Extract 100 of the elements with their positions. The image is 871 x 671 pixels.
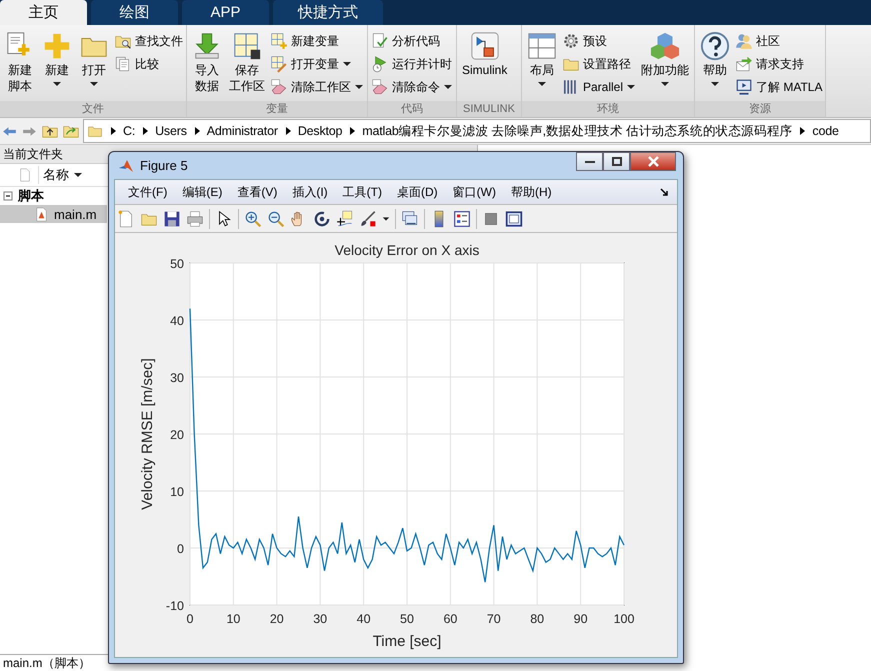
window-frame-icon[interactable] [505, 210, 523, 228]
group-label: 变量 [187, 101, 367, 117]
zoom-out-icon[interactable] [267, 210, 285, 228]
tick-label: 50 [400, 612, 414, 626]
file-row[interactable]: main.m [0, 205, 107, 223]
legend-icon[interactable] [453, 210, 471, 228]
tick-label: -10 [166, 599, 184, 613]
ribbon-tab[interactable]: APP [182, 0, 269, 25]
ribbon-button[interactable]: 导入 数据 [189, 29, 225, 101]
x-axis-label: Time [sec] [372, 633, 442, 650]
cubes-icon [650, 31, 680, 61]
rotate-icon[interactable] [313, 210, 331, 228]
ribbon-button[interactable]: 新建 [39, 29, 75, 101]
ribbon-button[interactable]: 预设 [560, 31, 637, 51]
ribbon-button[interactable]: 新建 脚本 [2, 29, 38, 101]
grid-disk-icon [232, 31, 262, 61]
ribbon-button[interactable]: 社区 [734, 31, 824, 51]
close-icon [648, 156, 658, 167]
menu-item[interactable]: 窗口(W) [446, 184, 503, 200]
gear-icon [562, 32, 580, 50]
ribbon-button[interactable]: Parallel [560, 77, 637, 97]
minimize-button[interactable] [576, 152, 603, 171]
group-label: 代码 [368, 101, 456, 117]
ribbon-button[interactable]: 保存 工作区 [226, 29, 268, 101]
ribbon-button[interactable]: 清除命令 [370, 77, 454, 97]
tick-label: 20 [270, 612, 284, 626]
tree-group[interactable]: 脚本 [18, 187, 44, 205]
ribbon-button[interactable]: 了解 MATLA [734, 77, 824, 97]
ribbon-tab[interactable]: 绘图 [91, 0, 178, 25]
tick-label: 50 [170, 257, 184, 271]
ribbon-button[interactable]: 打开 [76, 29, 112, 101]
monitor-icon [735, 78, 753, 96]
plus-icon [42, 31, 72, 61]
tick-label: 60 [443, 612, 458, 626]
matlab-logo-icon [118, 158, 134, 174]
envelope-arrow-icon [735, 55, 753, 73]
grid-plus-icon [270, 32, 288, 50]
ribbon-button[interactable]: 清除工作区 [269, 77, 365, 97]
group-label: 资源 [695, 101, 826, 117]
eraser-icon [270, 78, 288, 96]
tick-label: 0 [186, 612, 194, 626]
tick-label: 80 [530, 612, 544, 626]
documents-icon [114, 55, 132, 73]
path-arrow-icon [348, 126, 356, 136]
menu-item[interactable]: 插入(I) [285, 184, 335, 200]
y-axis-label: Velocity RMSE [m/sec] [139, 358, 156, 510]
layout-grid-icon [526, 31, 557, 61]
printer-icon[interactable] [186, 210, 204, 228]
chart-title: Velocity Error on X axis [334, 242, 480, 258]
tick-label: 70 [486, 612, 501, 626]
tick-label: 30 [313, 612, 328, 626]
menu-item[interactable]: 查看(V) [230, 184, 284, 200]
menu-item[interactable]: 帮助(H) [504, 184, 559, 200]
close-button[interactable] [630, 152, 676, 171]
document-icon [18, 167, 32, 183]
ribbon-button[interactable]: 比较 [113, 54, 184, 74]
tick-label: 20 [170, 428, 184, 442]
eraser-icon [371, 78, 389, 96]
resize-corner-icon[interactable] [659, 187, 669, 197]
ribbon-button[interactable]: 附加功能 [638, 29, 692, 101]
play-clock-icon [371, 55, 389, 73]
column-header[interactable]: 名称 [38, 166, 87, 184]
tree-minus-icon[interactable] [3, 191, 13, 201]
ribbon-button[interactable]: Simulink [459, 29, 510, 101]
document-check-icon [371, 32, 389, 50]
menu-item[interactable]: 文件(F) [121, 184, 174, 200]
script-file-icon [34, 206, 49, 222]
tick-label: 30 [170, 371, 184, 385]
zoom-in-icon[interactable] [244, 210, 262, 228]
ribbon-button[interactable]: 设置路径 [560, 54, 637, 74]
maximize-button[interactable] [603, 152, 630, 171]
dropdown-caret-icon [73, 170, 83, 180]
path-arrow-icon [192, 126, 201, 136]
ribbon-button[interactable]: 分析代码 [370, 31, 454, 51]
minimize-icon [584, 160, 594, 162]
brush-icon[interactable] [359, 210, 377, 228]
ribbon-tab[interactable]: 主页 [0, 0, 87, 25]
group-label: SIMULINK [457, 101, 521, 117]
ribbon-button[interactable]: 新建变量 [269, 31, 365, 51]
people-icon [735, 32, 753, 50]
group-label: 文件 [0, 101, 186, 117]
ribbon-button[interactable]: 打开变量 [269, 54, 365, 74]
tick-label: 90 [574, 612, 588, 626]
ribbon-tab[interactable]: 快捷方式 [273, 0, 383, 25]
ribbon-button[interactable]: 布局 [524, 29, 560, 101]
path-arrow-icon [284, 126, 292, 136]
link-plot-icon[interactable] [401, 210, 419, 228]
address-field[interactable]: C: Users Administrator Desktop matlab编程卡尔曼滤波 去除噪声,数据处理技术 估计动态系统的状态源码程序 code [83, 119, 871, 143]
ribbon-button[interactable]: 查找文件 [113, 31, 184, 51]
ribbon-button[interactable]: 请求支持 [734, 54, 824, 74]
ribbon-button[interactable]: 运行并计时 [370, 54, 454, 74]
block-diagram-icon [470, 31, 500, 61]
menu-item[interactable]: 编辑(E) [175, 184, 230, 200]
tick-label: 10 [170, 485, 184, 499]
ribbon-button[interactable]: 帮助 [697, 29, 733, 101]
new-file-icon[interactable] [117, 210, 135, 228]
menu-item[interactable]: 工具(T) [336, 184, 389, 200]
data-cursor-icon[interactable] [336, 210, 354, 228]
menu-item[interactable]: 桌面(D) [390, 184, 445, 200]
maximize-icon [612, 157, 622, 166]
